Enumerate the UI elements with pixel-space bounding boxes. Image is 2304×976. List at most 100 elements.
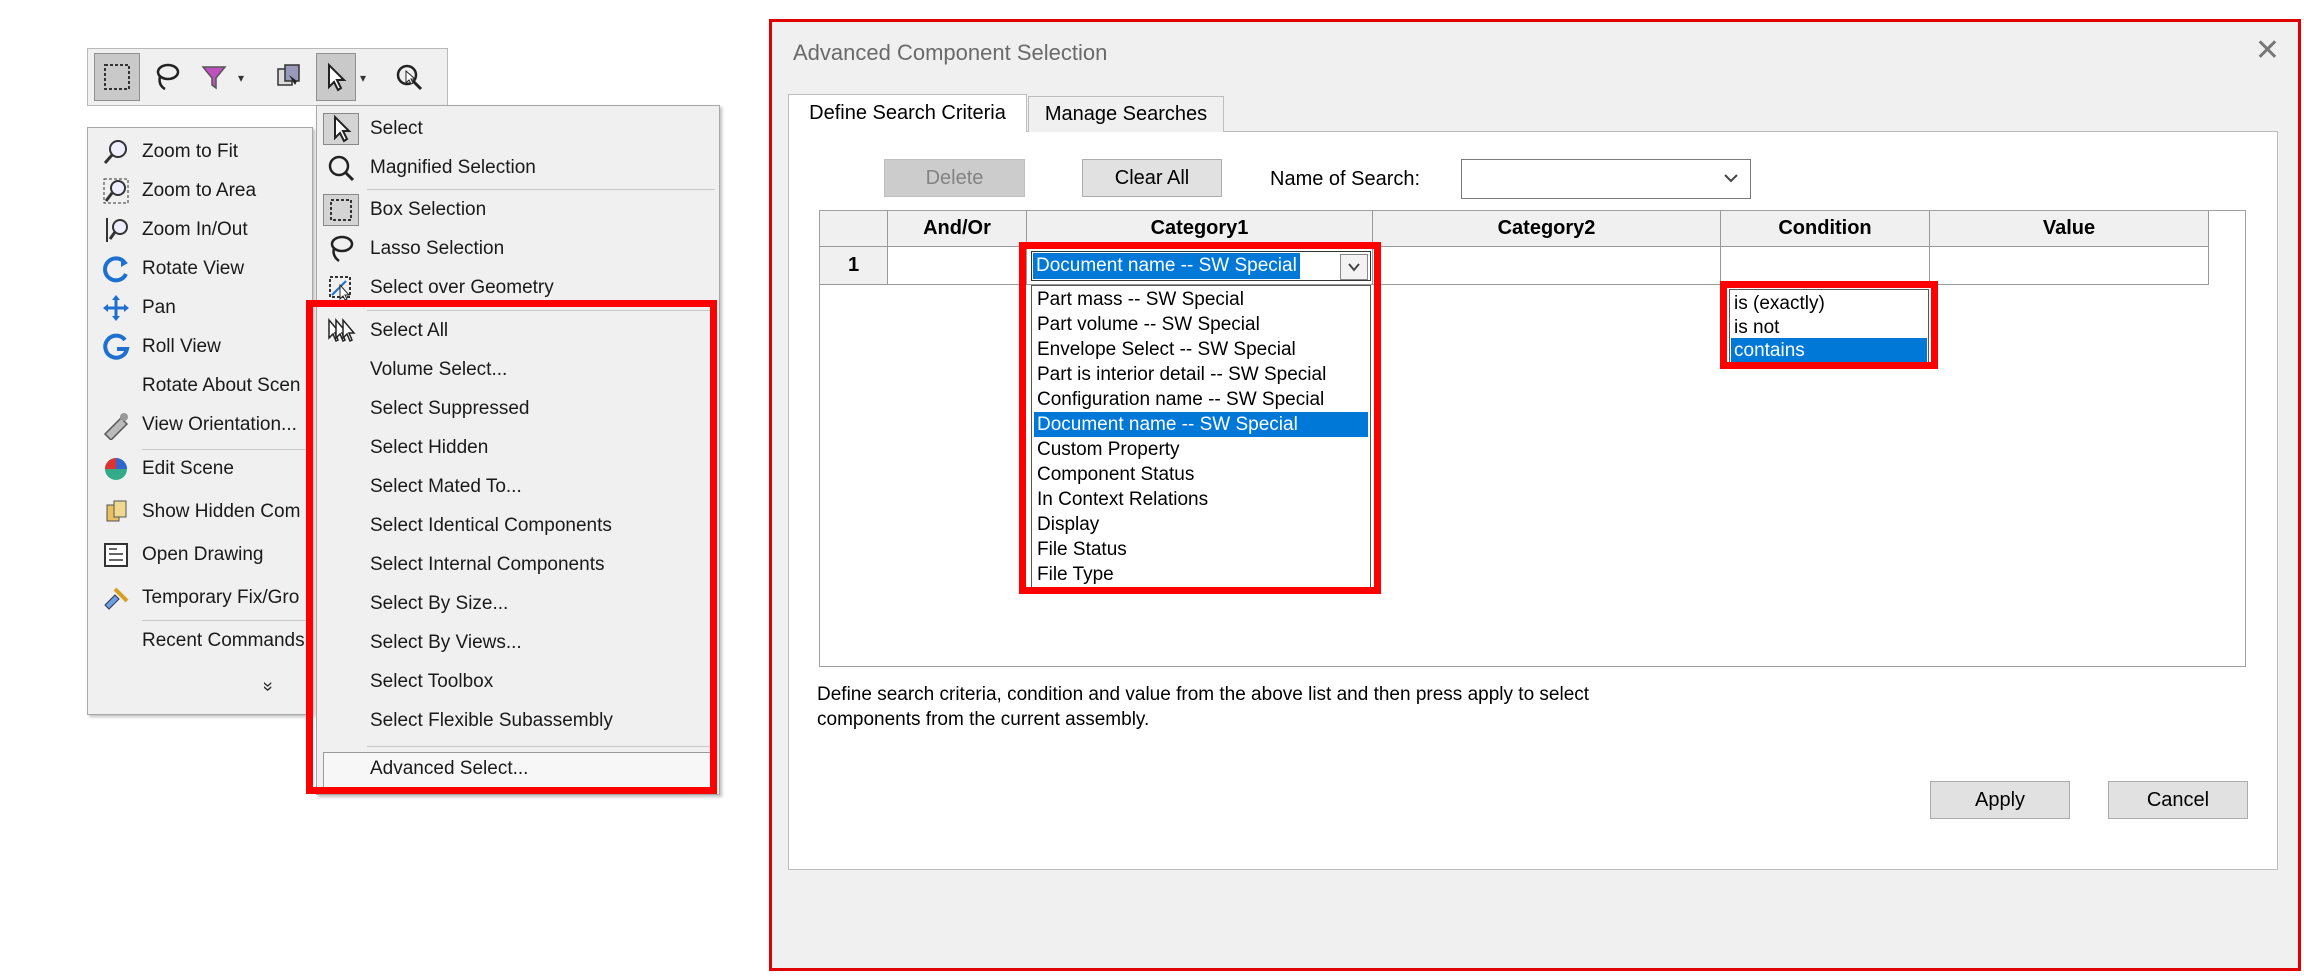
menu-separator bbox=[142, 620, 308, 621]
delete-button[interactable]: Delete bbox=[884, 159, 1025, 197]
expand-menu-icon[interactable]: » bbox=[258, 681, 279, 691]
col-header-and-or[interactable]: And/Or bbox=[888, 211, 1027, 247]
menu-item-zoom-in-out[interactable]: Zoom In/Out bbox=[88, 211, 314, 249]
selection-toolbar: ▾ ▾ bbox=[87, 48, 448, 106]
menu-item-rotate-view[interactable]: Rotate View bbox=[88, 250, 314, 288]
submenu-item-advanced-select[interactable]: Advanced Select... bbox=[317, 750, 721, 788]
select-mode-icon[interactable] bbox=[268, 53, 310, 101]
list-item[interactable]: Part is interior detail -- SW Special bbox=[1034, 362, 1368, 387]
name-of-search-combo[interactable] bbox=[1461, 159, 1751, 199]
view-orientation-icon bbox=[98, 410, 134, 440]
pan-icon bbox=[98, 293, 134, 323]
select-geometry-icon bbox=[323, 272, 359, 304]
list-item[interactable]: Envelope Select -- SW Special bbox=[1034, 337, 1368, 362]
menu-item-show-hidden-components[interactable]: Show Hidden Com bbox=[88, 493, 314, 531]
submenu-item-select-mated-to[interactable]: Select Mated To... bbox=[317, 468, 721, 506]
list-item[interactable]: is (exactly) bbox=[1731, 291, 1927, 316]
submenu-separator bbox=[367, 189, 715, 190]
list-item[interactable]: File Status bbox=[1034, 537, 1368, 562]
list-item[interactable]: Component Status bbox=[1034, 462, 1368, 487]
select-arrow-icon bbox=[323, 113, 359, 145]
list-item[interactable]: Display bbox=[1034, 512, 1368, 537]
category1-dropdown-list: Part mass -- SW Special Part volume -- S… bbox=[1031, 285, 1371, 589]
select-dropdown-arrow[interactable]: ▾ bbox=[360, 71, 366, 85]
filter-dropdown-arrow[interactable]: ▾ bbox=[238, 71, 244, 85]
menu-item-edit-scene[interactable]: Edit Scene bbox=[88, 450, 314, 488]
temporary-fix-icon bbox=[98, 583, 134, 613]
list-item-selected[interactable]: Document name -- SW Special bbox=[1034, 412, 1368, 437]
menu-item-view-orientation[interactable]: View Orientation... bbox=[88, 406, 314, 444]
tab-define-search-criteria[interactable]: Define Search Criteria bbox=[788, 94, 1027, 132]
menu-item-pan[interactable]: Pan bbox=[88, 289, 314, 327]
row-number: 1 bbox=[820, 247, 888, 285]
submenu-item-select[interactable]: Select bbox=[317, 110, 721, 148]
zoom-area-icon bbox=[98, 176, 134, 206]
menu-item-temporary-fix-group[interactable]: Temporary Fix/Gro bbox=[88, 579, 314, 617]
col-header-category1[interactable]: Category1 bbox=[1027, 211, 1373, 247]
advanced-component-selection-dialog: Advanced Component Selection ✕ Define Se… bbox=[769, 19, 2301, 971]
menu-item-rotate-about-scene[interactable]: Rotate About Scen bbox=[88, 367, 314, 405]
roll-icon bbox=[98, 332, 134, 362]
submenu-item-select-by-views[interactable]: Select By Views... bbox=[317, 624, 721, 662]
menu-item-open-drawing[interactable]: Open Drawing bbox=[88, 536, 314, 574]
list-item[interactable]: Custom Property bbox=[1034, 437, 1368, 462]
submenu-item-select-toolbox[interactable]: Select Toolbox bbox=[317, 663, 721, 701]
submenu-item-select-identical-components[interactable]: Select Identical Components bbox=[317, 507, 721, 545]
edit-scene-icon bbox=[98, 454, 134, 484]
magnified-selection-icon[interactable] bbox=[388, 53, 430, 101]
submenu-item-lasso-selection[interactable]: Lasso Selection bbox=[317, 230, 721, 268]
submenu-item-select-by-size[interactable]: Select By Size... bbox=[317, 585, 721, 623]
cell-and-or[interactable] bbox=[888, 247, 1027, 285]
submenu-item-select-suppressed[interactable]: Select Suppressed bbox=[317, 390, 721, 428]
list-item[interactable]: Configuration name -- SW Special bbox=[1034, 387, 1368, 412]
context-menu: Zoom to Fit Zoom to Area Zoom In/Out Rot… bbox=[87, 127, 313, 715]
category1-combo[interactable]: Document name -- SW Special bbox=[1031, 251, 1371, 281]
open-drawing-icon bbox=[98, 540, 134, 570]
select-all-icon bbox=[323, 315, 359, 347]
submenu-item-select-all[interactable]: Select All bbox=[317, 312, 721, 350]
condition-dropdown-list: is (exactly) is not contains bbox=[1729, 289, 1929, 363]
list-item[interactable]: File Type bbox=[1034, 562, 1368, 587]
cell-value[interactable] bbox=[1930, 247, 2209, 285]
clear-all-button[interactable]: Clear All bbox=[1082, 159, 1222, 197]
list-item[interactable]: In Context Relations bbox=[1034, 487, 1368, 512]
box-selection-icon bbox=[323, 194, 359, 226]
lasso-icon[interactable] bbox=[146, 53, 188, 101]
submenu-item-select-flexible-subassembly[interactable]: Select Flexible Subassembly bbox=[317, 702, 721, 740]
list-item[interactable]: is not bbox=[1731, 315, 1927, 340]
menu-item-zoom-to-fit[interactable]: Zoom to Fit bbox=[88, 133, 314, 171]
category1-selected-value: Document name -- SW Special bbox=[1033, 253, 1300, 279]
selection-submenu: Select Magnified Selection Box Selection… bbox=[316, 105, 720, 795]
submenu-separator bbox=[367, 310, 715, 311]
submenu-item-select-over-geometry[interactable]: Select over Geometry bbox=[317, 269, 721, 307]
tab-manage-searches[interactable]: Manage Searches bbox=[1028, 96, 1224, 132]
menu-item-zoom-to-area[interactable]: Zoom to Area bbox=[88, 172, 314, 210]
submenu-item-volume-select[interactable]: Volume Select... bbox=[317, 351, 721, 389]
close-icon[interactable]: ✕ bbox=[2255, 36, 2280, 66]
list-item-selected[interactable]: contains bbox=[1731, 338, 1927, 363]
zoom-fit-icon bbox=[98, 137, 134, 167]
menu-item-roll-view[interactable]: Roll View bbox=[88, 328, 314, 366]
box-selection-icon[interactable] bbox=[94, 53, 140, 101]
apply-button[interactable]: Apply bbox=[1930, 781, 2070, 819]
submenu-item-select-internal-components[interactable]: Select Internal Components bbox=[317, 546, 721, 584]
list-item[interactable]: Part volume -- SW Special bbox=[1034, 312, 1368, 337]
filter-icon[interactable] bbox=[196, 53, 234, 101]
select-arrow-icon[interactable] bbox=[316, 53, 356, 101]
cancel-button[interactable]: Cancel bbox=[2108, 781, 2248, 819]
submenu-item-magnified-selection[interactable]: Magnified Selection bbox=[317, 149, 721, 187]
submenu-item-box-selection[interactable]: Box Selection bbox=[317, 191, 721, 229]
col-header-value[interactable]: Value bbox=[1930, 211, 2209, 247]
submenu-item-select-hidden[interactable]: Select Hidden bbox=[317, 429, 721, 467]
col-header-condition[interactable]: Condition bbox=[1721, 211, 1930, 247]
chevron-down-icon[interactable] bbox=[1340, 254, 1368, 280]
cell-condition[interactable] bbox=[1721, 247, 1930, 285]
col-header-category2[interactable]: Category2 bbox=[1373, 211, 1721, 247]
list-item[interactable]: Part mass -- SW Special bbox=[1034, 287, 1368, 312]
submenu-separator bbox=[367, 746, 715, 747]
rotate-icon bbox=[98, 254, 134, 284]
zoom-in-out-icon bbox=[98, 215, 134, 245]
menu-item-recent-commands[interactable]: Recent Commands bbox=[88, 622, 314, 660]
chevron-down-icon bbox=[1724, 174, 1738, 183]
cell-category2[interactable] bbox=[1373, 247, 1721, 285]
